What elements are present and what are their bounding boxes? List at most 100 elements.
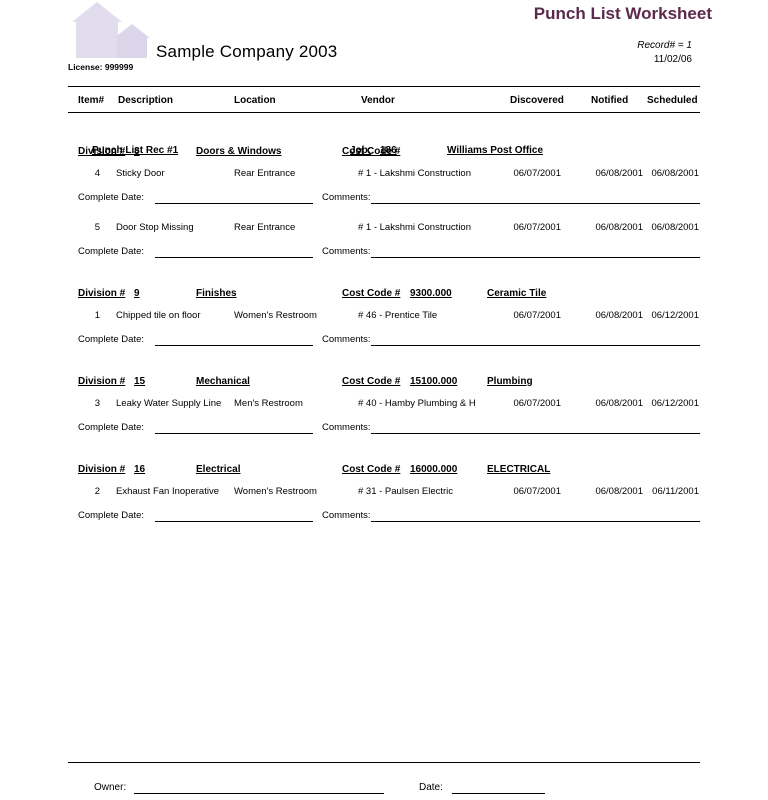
cost-code-name: ELECTRICAL [487, 464, 551, 475]
item-number: 4 [94, 168, 100, 179]
item-vendor: # 46 - Prentice Tile [358, 310, 438, 321]
table-row: 1 Chipped tile on floor Women's Restroom # … [0, 310, 768, 334]
item-scheduled: 06/12/2001 [651, 310, 699, 321]
table-row: 3 Leaky Water Supply Line Men's Restroom # … [0, 398, 768, 422]
division-label: Division # [78, 464, 126, 475]
house-small-body-icon [117, 37, 147, 58]
item-scheduled: 06/11/2001 [652, 486, 699, 497]
complete-date-label: Complete Date: [78, 246, 145, 257]
division-number: 15 [134, 376, 146, 387]
cost-code-name: Plumbing [487, 376, 533, 387]
division-number: 9 [134, 288, 140, 299]
complete-comments-row: Complete Date: Comments: [0, 192, 768, 222]
table-row: 4 Sticky Door Rear Entrance # 1 - Lakshmi C… [0, 168, 768, 192]
item-number: 1 [94, 310, 100, 321]
punch-list-worksheet-page: Sample Company 2003 License: 999999 Punc… [0, 0, 768, 800]
item-vendor: # 1 - Lakshmi Construction [358, 168, 471, 179]
complete-date-label: Complete Date: [78, 422, 145, 433]
column-header-scheduled: Scheduled [647, 95, 698, 106]
table-row: 2 Exhaust Fan Inoperative Women's Restroom… [0, 486, 768, 510]
division-row: Division # 16 Electrical Cost Code # 16000.0… [0, 464, 768, 486]
comments-label: Comments: [322, 422, 371, 433]
complete-date-input-line[interactable] [155, 345, 313, 346]
division-label: Division # [78, 376, 126, 387]
division-row: Division # 15 Mechanical Cost Code # 15100.0… [0, 376, 768, 398]
cost-code-number: 9300.000 [410, 288, 452, 299]
item-number: 5 [94, 222, 100, 233]
item-scheduled: 06/12/2001 [651, 398, 699, 409]
item-discovered: 06/07/2001 [513, 486, 561, 497]
comments-input-line[interactable] [371, 203, 700, 204]
cost-code-label: Cost Code # [342, 464, 401, 475]
item-location: Women's Restroom [234, 486, 317, 497]
item-vendor: # 40 - Hamby Plumbing & H [358, 398, 476, 409]
footer-date-line[interactable] [452, 793, 545, 794]
footer-date-label: Date: [419, 782, 443, 793]
column-header-notified: Notified [591, 95, 629, 106]
cost-code-number: 15100.000 [410, 376, 458, 387]
item-description: Exhaust Fan Inoperative [116, 486, 219, 497]
divisions-container: Division # 8 Doors & Windows Cost Code # 4 St… [0, 146, 768, 552]
complete-date-input-line[interactable] [155, 433, 313, 434]
complete-date-input-line[interactable] [155, 257, 313, 258]
column-header-vendor: Vendor [361, 95, 395, 106]
comments-input-line[interactable] [371, 521, 700, 522]
division-name: Electrical [196, 464, 241, 475]
comments-label: Comments: [322, 246, 371, 257]
item-location: Rear Entrance [234, 168, 296, 179]
division-spacer [0, 540, 768, 552]
item-vendor: # 1 - Lakshmi Construction [358, 222, 471, 233]
column-header-description: Description [118, 95, 174, 106]
complete-comments-row: Complete Date: Comments: [0, 422, 768, 452]
item-number: 3 [94, 398, 100, 409]
company-logo [72, 2, 150, 58]
license-number: License: 999999 [68, 62, 134, 72]
complete-date-input-line[interactable] [155, 521, 313, 522]
item-discovered: 06/07/2001 [513, 398, 561, 409]
cost-code-name: Ceramic Tile [487, 288, 547, 299]
complete-comments-row: Complete Date: Comments: [0, 510, 768, 540]
worksheet-body: Punch List Rec #1 Job: 186 Williams Post… [0, 112, 768, 552]
complete-date-label: Complete Date: [78, 334, 145, 345]
comments-label: Comments: [322, 334, 371, 345]
item-vendor: # 31 - Paulsen Electric [358, 486, 454, 497]
complete-date-input-line[interactable] [155, 203, 313, 204]
owner-label: Owner: [94, 782, 127, 793]
item-scheduled: 06/08/2001 [651, 222, 699, 233]
division-name: Doors & Windows [196, 146, 282, 157]
table-row: 5 Door Stop Missing Rear Entrance # 1 - Lak… [0, 222, 768, 246]
column-header-item: Item# [78, 95, 105, 106]
company-name: Sample Company 2003 [156, 42, 338, 61]
page-title: Punch List Worksheet [533, 4, 712, 23]
item-discovered: 06/07/2001 [513, 222, 561, 233]
item-description: Sticky Door [116, 168, 165, 179]
item-description: Door Stop Missing [116, 222, 194, 233]
house-large-roof-icon [72, 2, 122, 22]
house-small-icon [114, 24, 150, 58]
division-row: Division # 9 Finishes Cost Code # 9300.000 Ce… [0, 288, 768, 310]
division-label: Division # [78, 288, 126, 299]
item-number: 2 [94, 486, 100, 497]
complete-comments-row: Complete Date: Comments: [0, 246, 768, 276]
column-header-location: Location [234, 95, 276, 106]
cost-code-number: 16000.000 [410, 464, 458, 475]
complete-date-label: Complete Date: [78, 192, 145, 203]
division-name: Finishes [196, 288, 237, 299]
comments-input-line[interactable] [371, 345, 700, 346]
owner-signature-line[interactable] [134, 793, 384, 794]
document-header: Sample Company 2003 License: 999999 Punc… [0, 0, 768, 86]
record-number: Record# = 1 [637, 40, 692, 51]
item-description: Leaky Water Supply Line [116, 398, 222, 409]
comments-input-line[interactable] [371, 433, 700, 434]
division-number: 16 [134, 464, 146, 475]
division-spacer [0, 452, 768, 464]
house-large-body-icon [76, 21, 118, 58]
header-rule-top [68, 86, 700, 87]
item-location: Men's Restroom [234, 398, 303, 409]
item-location: Rear Entrance [234, 222, 296, 233]
item-description: Chipped tile on floor [116, 310, 201, 321]
division-number: 8 [134, 146, 140, 157]
comments-input-line[interactable] [371, 257, 700, 258]
item-location: Women's Restroom [234, 310, 317, 321]
complete-date-label: Complete Date: [78, 510, 145, 521]
